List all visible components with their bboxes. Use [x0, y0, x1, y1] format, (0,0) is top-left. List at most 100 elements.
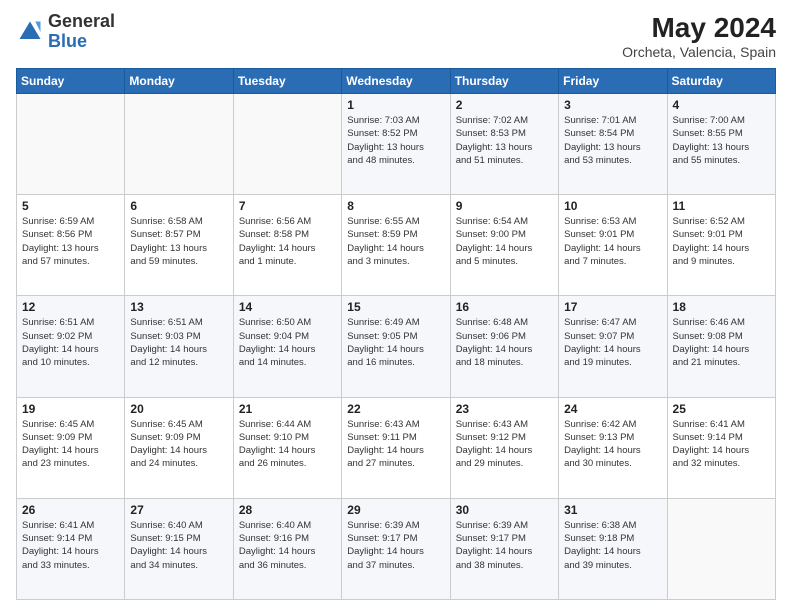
- day-cell-25: 25Sunrise: 6:41 AM Sunset: 9:14 PM Dayli…: [667, 397, 775, 498]
- day-cell-27: 27 Sunrise: 6:40 AM Sunset: 9:15 PM Dayli…: [125, 498, 233, 599]
- calendar-header: SundayMondayTuesdayWednesdayThursdayFrid…: [17, 69, 776, 94]
- day-number: 24: [564, 402, 661, 416]
- weekday-row: SundayMondayTuesdayWednesdayThursdayFrid…: [17, 69, 776, 94]
- day-cell-10: 10 Sunrise: 6:53 AM Sunset: 9:01 PM Dayli…: [559, 195, 667, 296]
- day-cell-4: 4 Sunrise: 7:00 AM Sunset: 8:55 PM Daylig…: [667, 94, 775, 195]
- day-info: Sunrise: 6:39 AM Sunset: 9:17 PM Dayligh…: [456, 519, 553, 572]
- day-number: 7: [239, 199, 336, 213]
- day-info: Sunrise: 6:56 AM Sunset: 8:58 PM Dayligh…: [239, 215, 336, 268]
- day-number: 22: [347, 402, 444, 416]
- logo-icon: [16, 18, 44, 46]
- day-number: 28: [239, 503, 336, 517]
- day-info: Sunrise: 7:00 AM Sunset: 8:55 PM Dayligh…: [673, 114, 770, 167]
- day-number: 3: [564, 98, 661, 112]
- day-number: 2: [456, 98, 553, 112]
- month-year: May 2024: [622, 12, 776, 44]
- day-info: Sunrise: 6:47 AM Sunset: 9:07 PM Dayligh…: [564, 316, 661, 369]
- day-cell-14: 14Sunrise: 6:50 AM Sunset: 9:04 PM Dayli…: [233, 296, 341, 397]
- day-info: Sunrise: 6:52 AM Sunset: 9:01 PM Dayligh…: [673, 215, 770, 268]
- week-row-1: 1Sunrise: 7:03 AM Sunset: 8:52 PM Daylig…: [17, 94, 776, 195]
- day-cell-24: 24 Sunrise: 6:42 AM Sunset: 9:13 PM Dayli…: [559, 397, 667, 498]
- day-number: 23: [456, 402, 553, 416]
- day-info: Sunrise: 7:01 AM Sunset: 8:54 PM Dayligh…: [564, 114, 661, 167]
- day-info: Sunrise: 6:43 AM Sunset: 9:11 PM Dayligh…: [347, 418, 444, 471]
- weekday-header-saturday: Saturday: [667, 69, 775, 94]
- day-cell-20: 20 Sunrise: 6:45 AM Sunset: 9:09 PM Dayli…: [125, 397, 233, 498]
- day-number: 26: [22, 503, 119, 517]
- day-number: 29: [347, 503, 444, 517]
- day-number: 27: [130, 503, 227, 517]
- day-cell-1: 1Sunrise: 7:03 AM Sunset: 8:52 PM Daylig…: [342, 94, 450, 195]
- day-number: 10: [564, 199, 661, 213]
- day-cell-9: 9Sunrise: 6:54 AM Sunset: 9:00 PM Daylig…: [450, 195, 558, 296]
- day-info: Sunrise: 6:43 AM Sunset: 9:12 PM Dayligh…: [456, 418, 553, 471]
- day-cell-17: 17 Sunrise: 6:47 AM Sunset: 9:07 PM Dayli…: [559, 296, 667, 397]
- day-cell-31: 31Sunrise: 6:38 AM Sunset: 9:18 PM Dayli…: [559, 498, 667, 599]
- day-cell-2: 2 Sunrise: 7:02 AM Sunset: 8:53 PM Daylig…: [450, 94, 558, 195]
- day-number: 4: [673, 98, 770, 112]
- day-cell-3: 3 Sunrise: 7:01 AM Sunset: 8:54 PM Daylig…: [559, 94, 667, 195]
- day-info: Sunrise: 6:55 AM Sunset: 8:59 PM Dayligh…: [347, 215, 444, 268]
- day-info: Sunrise: 6:50 AM Sunset: 9:04 PM Dayligh…: [239, 316, 336, 369]
- weekday-header-wednesday: Wednesday: [342, 69, 450, 94]
- day-info: Sunrise: 6:53 AM Sunset: 9:01 PM Dayligh…: [564, 215, 661, 268]
- day-info: Sunrise: 6:45 AM Sunset: 9:09 PM Dayligh…: [22, 418, 119, 471]
- week-row-5: 26 Sunrise: 6:41 AM Sunset: 9:14 PM Dayli…: [17, 498, 776, 599]
- title-block: May 2024 Orcheta, Valencia, Spain: [622, 12, 776, 60]
- location: Orcheta, Valencia, Spain: [622, 44, 776, 60]
- day-cell-18: 18 Sunrise: 6:46 AM Sunset: 9:08 PM Dayli…: [667, 296, 775, 397]
- day-number: 13: [130, 300, 227, 314]
- day-info: Sunrise: 6:59 AM Sunset: 8:56 PM Dayligh…: [22, 215, 119, 268]
- day-cell-29: 29 Sunrise: 6:39 AM Sunset: 9:17 PM Dayli…: [342, 498, 450, 599]
- day-cell-16: 16Sunrise: 6:48 AM Sunset: 9:06 PM Dayli…: [450, 296, 558, 397]
- day-cell-22: 22 Sunrise: 6:43 AM Sunset: 9:11 PM Dayli…: [342, 397, 450, 498]
- empty-cell: [125, 94, 233, 195]
- day-info: Sunrise: 6:51 AM Sunset: 9:03 PM Dayligh…: [130, 316, 227, 369]
- page: General Blue May 2024 Orcheta, Valencia,…: [0, 0, 792, 612]
- day-number: 15: [347, 300, 444, 314]
- day-number: 21: [239, 402, 336, 416]
- day-info: Sunrise: 6:58 AM Sunset: 8:57 PM Dayligh…: [130, 215, 227, 268]
- week-row-4: 19 Sunrise: 6:45 AM Sunset: 9:09 PM Dayli…: [17, 397, 776, 498]
- day-info: Sunrise: 7:02 AM Sunset: 8:53 PM Dayligh…: [456, 114, 553, 167]
- day-number: 12: [22, 300, 119, 314]
- empty-cell: [667, 498, 775, 599]
- day-number: 1: [347, 98, 444, 112]
- day-cell-26: 26 Sunrise: 6:41 AM Sunset: 9:14 PM Dayli…: [17, 498, 125, 599]
- weekday-header-tuesday: Tuesday: [233, 69, 341, 94]
- day-cell-5: 5 Sunrise: 6:59 AM Sunset: 8:56 PM Daylig…: [17, 195, 125, 296]
- weekday-header-sunday: Sunday: [17, 69, 125, 94]
- day-number: 5: [22, 199, 119, 213]
- day-cell-11: 11 Sunrise: 6:52 AM Sunset: 9:01 PM Dayli…: [667, 195, 775, 296]
- day-number: 9: [456, 199, 553, 213]
- day-number: 6: [130, 199, 227, 213]
- day-number: 11: [673, 199, 770, 213]
- day-cell-6: 6 Sunrise: 6:58 AM Sunset: 8:57 PM Daylig…: [125, 195, 233, 296]
- day-number: 31: [564, 503, 661, 517]
- logo-blue-text: Blue: [48, 31, 87, 51]
- weekday-header-monday: Monday: [125, 69, 233, 94]
- day-cell-8: 8Sunrise: 6:55 AM Sunset: 8:59 PM Daylig…: [342, 195, 450, 296]
- day-info: Sunrise: 6:46 AM Sunset: 9:08 PM Dayligh…: [673, 316, 770, 369]
- weekday-header-friday: Friday: [559, 69, 667, 94]
- day-info: Sunrise: 6:45 AM Sunset: 9:09 PM Dayligh…: [130, 418, 227, 471]
- day-info: Sunrise: 6:41 AM Sunset: 9:14 PM Dayligh…: [22, 519, 119, 572]
- calendar-body: 1Sunrise: 7:03 AM Sunset: 8:52 PM Daylig…: [17, 94, 776, 600]
- day-number: 18: [673, 300, 770, 314]
- day-number: 17: [564, 300, 661, 314]
- day-number: 20: [130, 402, 227, 416]
- logo: General Blue: [16, 12, 115, 52]
- day-cell-15: 15Sunrise: 6:49 AM Sunset: 9:05 PM Dayli…: [342, 296, 450, 397]
- empty-cell: [233, 94, 341, 195]
- day-number: 16: [456, 300, 553, 314]
- day-number: 19: [22, 402, 119, 416]
- calendar: SundayMondayTuesdayWednesdayThursdayFrid…: [16, 68, 776, 600]
- day-info: Sunrise: 6:40 AM Sunset: 9:16 PM Dayligh…: [239, 519, 336, 572]
- day-info: Sunrise: 6:42 AM Sunset: 9:13 PM Dayligh…: [564, 418, 661, 471]
- weekday-header-thursday: Thursday: [450, 69, 558, 94]
- day-cell-19: 19 Sunrise: 6:45 AM Sunset: 9:09 PM Dayli…: [17, 397, 125, 498]
- logo-text: General Blue: [48, 12, 115, 52]
- day-cell-23: 23 Sunrise: 6:43 AM Sunset: 9:12 PM Dayli…: [450, 397, 558, 498]
- day-info: Sunrise: 6:40 AM Sunset: 9:15 PM Dayligh…: [130, 519, 227, 572]
- day-info: Sunrise: 6:39 AM Sunset: 9:17 PM Dayligh…: [347, 519, 444, 572]
